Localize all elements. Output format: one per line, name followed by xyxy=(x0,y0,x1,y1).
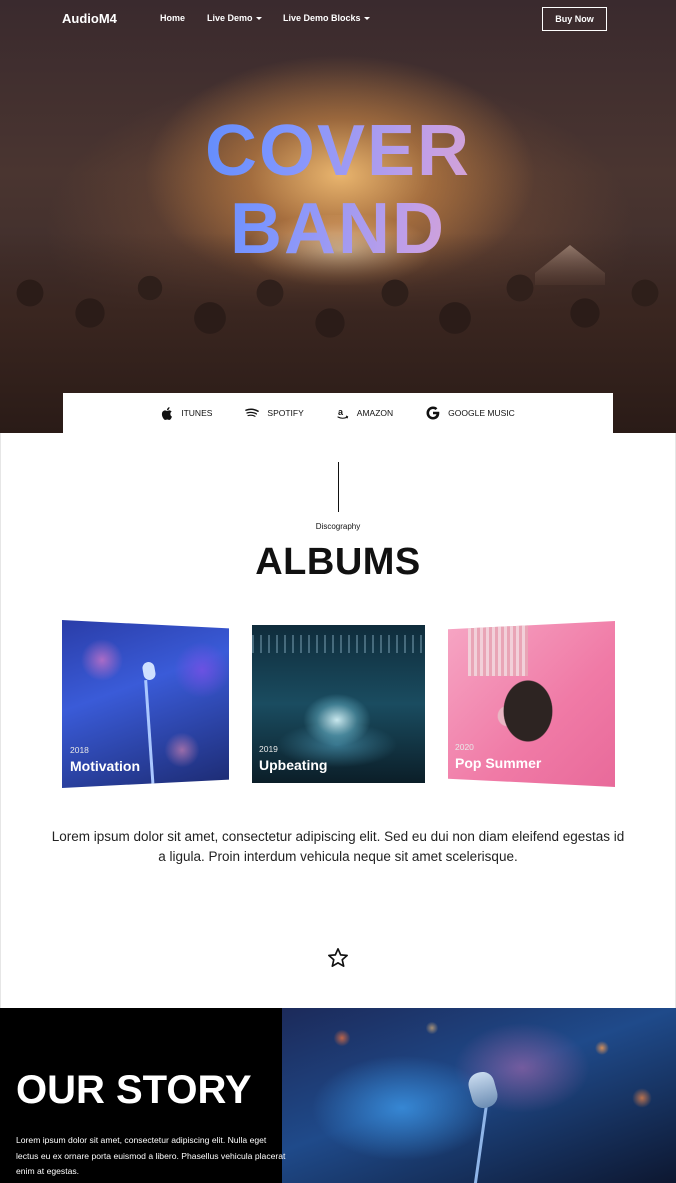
albums-description: Lorem ipsum dolor sit amet, consectetur … xyxy=(51,829,625,864)
top-navbar: AudioM4 Home Live Demo Live Demo Blocks … xyxy=(0,0,676,38)
album-name: Upbeating xyxy=(259,757,328,773)
amazon-icon: a xyxy=(337,407,349,420)
album-card[interactable]: 2018 Motivation xyxy=(62,620,229,788)
caret-down-icon xyxy=(363,17,370,21)
album-name: Motivation xyxy=(70,758,140,774)
amazon-label: AMAZON xyxy=(356,408,394,418)
album-year: 2019 xyxy=(259,744,278,754)
story-text: Lorem ipsum dolor sit amet, consectetur … xyxy=(16,1135,286,1176)
spotify-link[interactable]: SPOTIFY xyxy=(245,408,304,418)
stage-truss xyxy=(252,635,425,653)
section-eyebrow: Discography xyxy=(315,522,361,531)
story-title: OUR STORY xyxy=(16,1068,252,1112)
amazon-link[interactable]: a AMAZON xyxy=(337,407,393,420)
hero-title-line1: COVER xyxy=(204,111,472,191)
nav-live-demo-label: Live Demo xyxy=(207,13,253,23)
nav-home-label: Home xyxy=(160,13,186,23)
itunes-link[interactable]: ITUNES xyxy=(161,406,213,420)
albums-title: ALBUMS xyxy=(255,541,421,583)
nav-live-demo-blocks-label: Live Demo Blocks xyxy=(283,13,361,23)
microphone-icon xyxy=(141,661,157,681)
hero-title-line2: BAND xyxy=(230,189,446,269)
album-year: 2018 xyxy=(70,745,89,755)
left-border xyxy=(0,433,1,1008)
nav-live-demo[interactable]: Live Demo xyxy=(207,13,262,23)
hero-title: COVER BAND xyxy=(0,112,676,268)
buy-now-button[interactable]: Buy Now xyxy=(542,7,607,31)
album-card[interactable]: 2019 Upbeating xyxy=(252,625,425,783)
spotify-label: SPOTIFY xyxy=(267,408,304,418)
svg-text:a: a xyxy=(338,407,344,417)
itunes-label: ITUNES xyxy=(181,408,213,418)
album-year: 2020 xyxy=(455,742,474,752)
brand-logo[interactable]: AudioM4 xyxy=(62,11,117,26)
album-name: Pop Summer xyxy=(455,755,542,771)
star-icon xyxy=(327,947,349,973)
google-icon xyxy=(426,406,440,420)
nav-home[interactable]: Home xyxy=(160,13,185,23)
google-music-label: GOOGLE MUSIC xyxy=(448,408,515,418)
google-music-link[interactable]: GOOGLE MUSIC xyxy=(426,406,515,420)
microphone-stand xyxy=(144,680,155,788)
vertical-divider xyxy=(338,462,339,512)
spotify-icon xyxy=(245,408,260,418)
album-card[interactable]: 2020 Pop Summer xyxy=(448,621,615,787)
apple-icon xyxy=(161,406,173,420)
shirt-pattern xyxy=(468,621,528,676)
nav-live-demo-blocks[interactable]: Live Demo Blocks xyxy=(283,13,370,23)
streaming-links-bar: ITUNES SPOTIFY a AMAZON GOOGLE MUSIC xyxy=(63,393,613,433)
caret-down-icon xyxy=(255,17,262,21)
